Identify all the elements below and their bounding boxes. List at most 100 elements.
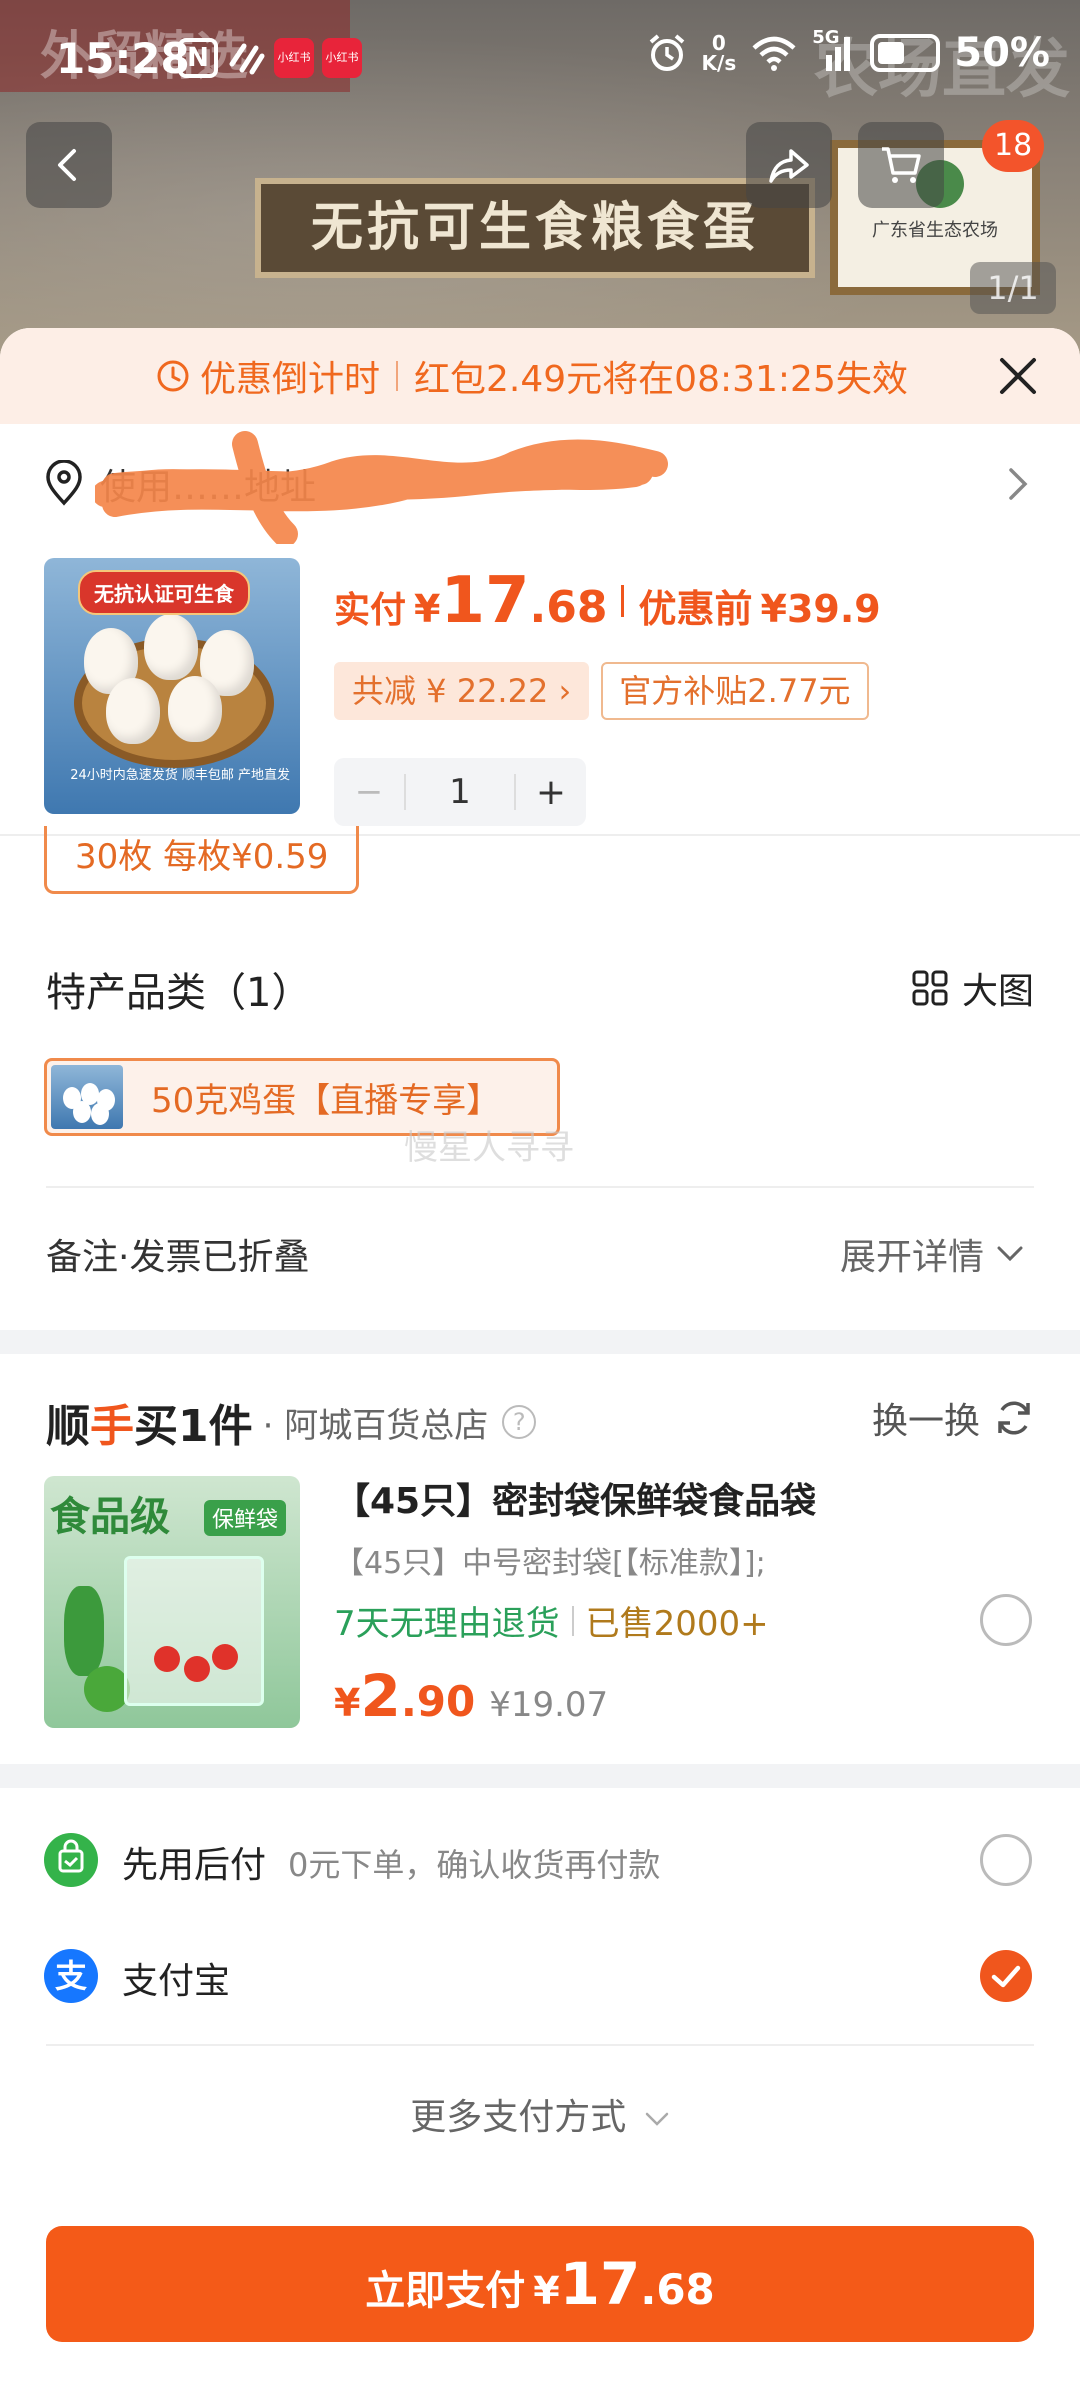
pay-now-price-integer: 17 [559,2250,641,2318]
decrease-quantity-button[interactable]: − [334,772,404,812]
category-option-thumbnail [51,1065,123,1129]
grid-icon [912,970,948,1006]
egg-graphic [144,614,198,680]
category-title: 特产品类（1） [46,970,312,1016]
countdown-separator [396,361,399,391]
alipay-icon: 支 [44,1949,98,2003]
pay-later-radio[interactable] [980,1834,1032,1886]
addon-brand-accent: 手 [90,1401,134,1452]
checkout-sheet: 优惠倒计时 红包2.49元将在08:31:25失效 使用……地址 无抗认证可生食… [0,328,1080,2388]
addon-store-name[interactable]: · 阿城百货总店 [263,1398,489,1447]
share-button[interactable] [746,122,832,208]
product-image[interactable]: 无抗认证可生食 24小时内急速发货 顺丰包邮 产地直发 [44,558,300,814]
before-discount-label: 优惠前 [638,587,753,631]
paid-label: 实付 [334,590,407,631]
discount-chips: 共减 ¥ 22.22 › 官方补贴2.77元 [334,662,869,720]
more-payment-label: 更多支付方式 [410,2097,627,2138]
checkmark-icon [991,1965,1021,1988]
shipping-address-row[interactable]: 使用……地址 [0,424,1080,544]
alipay-radio-selected[interactable] [980,1950,1032,2002]
addon-section-header: 顺手买1件 · 阿城百货总店 ? [46,1390,537,1454]
addon-product-image[interactable]: 食品级 保鲜袋 [44,1476,300,1728]
official-subsidy-chip: 官方补贴2.77元 [601,662,869,720]
addon-select-radio[interactable] [980,1594,1032,1646]
quantity-stepper: − 1 + [334,758,586,826]
network-speed-unit: K/s [701,51,737,75]
watermark-text: 慢星人寻寻 [404,1128,574,1168]
more-payment-methods[interactable]: 更多支付方式 [0,2088,1080,2140]
price-divider [621,585,625,617]
network-speed-value: 0 [711,31,726,55]
return-policy: 7天无理由退货 [334,1604,560,1644]
battery-icon [870,34,941,72]
location-pin-icon [46,460,82,506]
chevron-down-icon [645,2112,668,2126]
category-option-label: 50克鸡蛋【直播专享】 [151,1081,501,1121]
total-discount-chip[interactable]: 共减 ¥ 22.22 › [334,662,590,720]
n-app-icon: N [178,38,218,78]
swap-button[interactable]: 换一换 [872,1392,1034,1444]
chevron-down-icon [997,1246,1023,1262]
cart-button[interactable] [858,122,944,208]
notes-invoice-row[interactable]: 备注·发票已折叠 展开详情 [46,1186,1034,1306]
battery-percent: 50% [954,30,1050,76]
before-discount-price: ¥39.9 [760,587,881,631]
cart-icon [882,147,921,183]
quantity-value[interactable]: 1 [404,774,516,810]
large-image-toggle[interactable]: 大图 [912,962,1034,1014]
egg-graphic [106,678,160,744]
chevron-right-icon [1009,468,1028,500]
pay-later-description: 0元下单，确认收货再付款 [288,1846,661,1884]
alipay-option[interactable]: 支 支付宝 [0,1922,1080,2032]
link-app-icon [229,43,265,75]
addon-image-title: 食品级 [50,1494,170,1540]
product-summary: 无抗认证可生食 24小时内急速发货 顺丰包邮 产地直发 实付 ¥ 17 .68 … [0,544,1080,834]
swap-label: 换一换 [871,1401,980,1442]
price-integer: 17 [440,564,530,638]
certificate-text: 广东省生态农场 [872,220,998,241]
addon-product-title[interactable]: 【45只】密封袋保鲜袋食品袋 [334,1472,816,1524]
notes-invoice-label: 备注·发票已折叠 [46,1237,310,1278]
pay-later-name: 先用后付 [122,1845,267,1886]
addon-brand-prefix: 顺 [46,1401,90,1452]
section-separator [0,1330,1080,1354]
expand-details-label: 展开详情 [839,1237,984,1278]
xiaohongshu-icon-2: 小红书 [322,38,362,78]
paid-price-line: 实付 ¥ 17 .68 优惠前 ¥39.9 [334,564,881,638]
meta-separator [571,1605,574,1636]
increase-quantity-button[interactable]: + [516,772,586,813]
close-icon[interactable] [998,356,1038,396]
alipay-name: 支付宝 [122,1961,231,2002]
pay-now-label: 立即支付 [365,2268,526,2314]
product-sign: 无抗可生食粮食蛋 [255,178,815,278]
refresh-icon [998,1401,1030,1435]
addon-original-price: ¥19.07 [489,1685,609,1725]
image-index-indicator: 1/1 [970,262,1056,314]
status-notification-icons: N 小红书 小红书 [178,38,362,78]
help-icon[interactable]: ? [502,1405,537,1439]
alarm-icon [649,34,684,71]
pay-later-option[interactable]: 先用后付 0元下单，确认收货再付款 [0,1806,1080,1916]
status-time: 15:28 [56,34,190,83]
addon-brand-title: 顺手买1件 [46,1390,253,1454]
addon-product-meta: 7天无理由退货 已售2000+ [334,1596,769,1645]
wifi-icon [752,36,796,71]
addon-price-decimal: .90 [400,1677,476,1726]
addon-brand-suffix: 买1件 [134,1401,253,1452]
pay-now-currency: ¥ [533,2269,560,2313]
bag-graphic [124,1556,264,1706]
addon-product-spec: 【45只】中号密封袋[【标准款】]; [334,1546,766,1581]
expand-details-button[interactable]: 展开详情 [840,1228,1024,1280]
sold-count: 已售2000+ [585,1604,769,1644]
product-image-tag: 无抗认证可生食 [78,570,250,615]
cell-signal-icon: 5G [812,27,856,73]
countdown-label: 优惠倒计时 [200,359,381,400]
section-separator [0,1764,1080,1788]
network-speed: 0 K/s [702,33,737,73]
pay-now-price-decimal: .68 [640,2265,715,2314]
address-redaction-scribble [95,431,668,544]
selected-spec-chip[interactable]: 30枚 每枚¥0.59 [44,826,360,894]
back-button[interactable] [26,122,112,208]
divider [46,2044,1034,2046]
pay-now-button[interactable]: 立即支付 ¥ 17 .68 [46,2226,1034,2342]
